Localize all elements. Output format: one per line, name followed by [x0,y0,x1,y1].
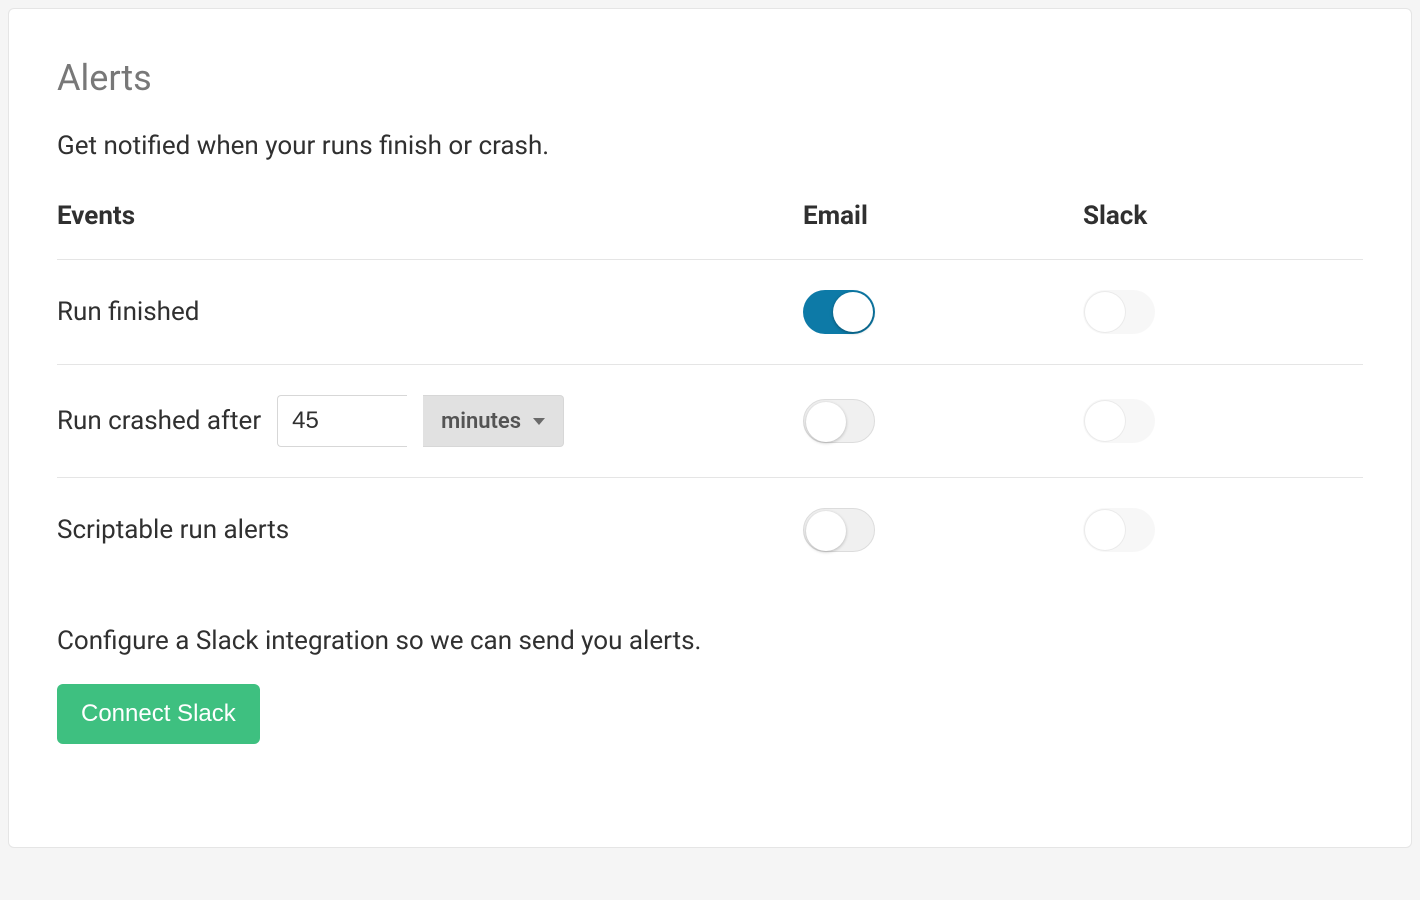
run-crashed-email-toggle[interactable] [803,399,875,443]
toggle-knob [1085,401,1125,441]
toggle-knob [1085,510,1125,550]
email-header: Email [803,201,1083,231]
page-title: Alerts [57,57,1363,99]
toggle-knob [806,511,846,551]
row-run-crashed: Run crashed after minutes [57,365,1363,478]
run-crashed-slack-toggle [1083,399,1155,443]
table-header-row: Events Email Slack [57,201,1363,260]
run-finished-label: Run finished [57,297,803,327]
events-header: Events [57,201,803,231]
chevron-down-icon [533,418,545,425]
alerts-settings-card: Alerts Get notified when your runs finis… [8,8,1412,848]
run-crashed-label: Run crashed after [57,406,261,436]
row-run-finished: Run finished [57,260,1363,365]
slack-integration-help: Configure a Slack integration so we can … [57,626,1363,656]
crash-duration-unit-label: minutes [441,409,521,434]
slack-header: Slack [1083,201,1363,231]
scriptable-slack-toggle [1083,508,1155,552]
toggle-knob [833,292,873,332]
run-finished-slack-toggle [1083,290,1155,334]
scriptable-email-toggle[interactable] [803,508,875,552]
row-scriptable-alerts: Scriptable run alerts [57,478,1363,582]
scriptable-alerts-label: Scriptable run alerts [57,515,803,545]
crash-duration-unit-select[interactable]: minutes [423,395,564,447]
crash-duration-input[interactable] [277,395,407,447]
page-subtitle: Get notified when your runs finish or cr… [57,131,1363,161]
run-finished-email-toggle[interactable] [803,290,875,334]
toggle-knob [806,402,846,442]
alerts-table: Events Email Slack Run finished Run cras… [57,201,1363,582]
connect-slack-button[interactable]: Connect Slack [57,684,260,744]
toggle-knob [1085,292,1125,332]
